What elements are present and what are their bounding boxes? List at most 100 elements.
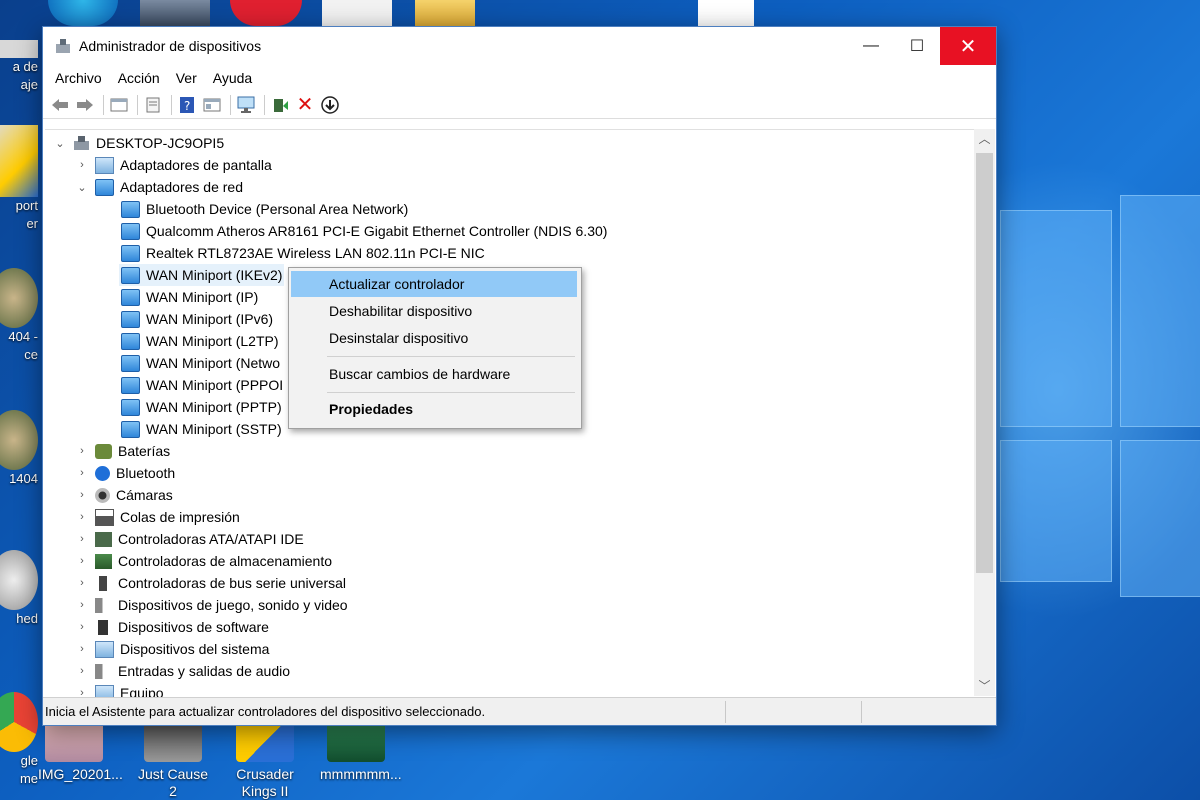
tree-category[interactable]: › Controladoras de bus serie universal xyxy=(75,572,346,594)
desktop-icon[interactable]: Crusader Kings II xyxy=(229,722,301,800)
tree-category[interactable]: › Adaptadores de pantalla xyxy=(75,154,272,176)
desktop-icon-java[interactable] xyxy=(698,0,754,26)
tree-category[interactable]: › Controladoras de almacenamiento xyxy=(75,550,332,572)
tree-device[interactable]: WAN Miniport (SSTP) xyxy=(121,418,282,440)
usb-icon xyxy=(99,575,107,591)
tree-category[interactable]: › Baterías xyxy=(75,440,170,462)
wallpaper-logo-pane xyxy=(1000,210,1112,427)
tree-category[interactable]: › Dispositivos del sistema xyxy=(75,638,269,660)
menu-item-disable-device[interactable]: Deshabilitar dispositivo xyxy=(291,298,577,324)
properties-icon[interactable] xyxy=(108,95,130,115)
tree-category[interactable]: › Cámaras xyxy=(75,484,173,506)
desktop-left-icon[interactable]: 404 - ce xyxy=(0,268,38,364)
chevron-right-icon[interactable]: › xyxy=(75,687,89,697)
menu-ver[interactable]: Ver xyxy=(170,70,203,86)
uninstall-icon[interactable]: ✕ xyxy=(294,94,316,116)
chevron-right-icon[interactable]: › xyxy=(75,621,89,633)
tree-category[interactable]: › Dispositivos de juego, sonido y video xyxy=(75,594,348,616)
maximize-button[interactable]: ☐ xyxy=(894,27,940,65)
desktop-left-icon-label: hed xyxy=(16,611,38,626)
chevron-right-icon[interactable]: › xyxy=(75,555,89,567)
menu-item-update-driver[interactable]: Actualizar controlador xyxy=(291,271,577,297)
tree-category[interactable]: › Colas de impresión xyxy=(75,506,240,528)
desktop-left-icon-label: ce xyxy=(24,347,38,362)
tree-category[interactable]: › Controladoras ATA/ATAPI IDE xyxy=(75,528,304,550)
tree-device[interactable]: WAN Miniport (L2TP) xyxy=(121,330,279,352)
tree-device[interactable]: WAN Miniport (IPv6) xyxy=(121,308,273,330)
desktop-left-icon[interactable]: gle me xyxy=(0,692,38,788)
tree-category[interactable]: › Bluetooth xyxy=(75,462,175,484)
toolbar: ? ✕ xyxy=(43,91,996,119)
desktop-left-icon-label: er xyxy=(26,216,38,231)
tree-root[interactable]: ⌄ DESKTOP-JC9OPI5 xyxy=(53,132,224,154)
desktop-left-icon-label: aje xyxy=(20,77,38,92)
tree-category-label: Adaptadores de pantalla xyxy=(120,157,272,173)
chevron-right-icon[interactable]: › xyxy=(75,511,89,523)
scroll-up-icon[interactable]: ︿ xyxy=(974,129,995,149)
back-icon[interactable] xyxy=(49,95,71,115)
desktop-left-icon-label: port xyxy=(15,198,38,213)
wallpaper-logo-pane xyxy=(1120,440,1200,597)
menu-item-scan-hardware[interactable]: Buscar cambios de hardware xyxy=(291,361,577,387)
chevron-right-icon[interactable]: › xyxy=(75,489,89,501)
menu-ayuda[interactable]: Ayuda xyxy=(207,70,258,86)
chevron-right-icon[interactable]: › xyxy=(75,533,89,545)
download-icon[interactable] xyxy=(319,95,341,115)
desktop-left-icon[interactable]: hed xyxy=(0,550,38,628)
scroll-down-icon[interactable]: ﹀ xyxy=(974,676,995,696)
tree-category-label: Dispositivos de juego, sonido y video xyxy=(118,597,348,613)
desktop-left-icon[interactable]: port er xyxy=(0,125,38,233)
computer-category-icon xyxy=(95,684,114,697)
desktop-icon-edge[interactable] xyxy=(48,0,118,26)
desktop-icon[interactable]: IMG_20201... xyxy=(38,722,123,783)
tree-device-label: Bluetooth Device (Personal Area Network) xyxy=(146,201,409,217)
tree-device-selected[interactable]: WAN Miniport (IKEv2) xyxy=(119,264,285,286)
tree-category[interactable]: › Dispositivos de software xyxy=(75,616,269,638)
chevron-right-icon[interactable]: › xyxy=(75,643,89,655)
vertical-scrollbar[interactable]: ︿ ﹀ xyxy=(974,129,995,696)
tree-device[interactable]: Realtek RTL8723AE Wireless LAN 802.11n P… xyxy=(121,242,485,264)
desktop-icon-folder[interactable] xyxy=(415,0,475,26)
show-hide-icon[interactable] xyxy=(142,95,164,115)
menu-item-uninstall-device[interactable]: Desinstalar dispositivo xyxy=(291,325,577,351)
forward-icon[interactable] xyxy=(74,95,96,115)
menu-archivo[interactable]: Archivo xyxy=(49,70,108,86)
desktop-icon-acrobat[interactable] xyxy=(322,0,392,26)
help-icon[interactable]: ? xyxy=(176,95,198,115)
title-bar[interactable]: Administrador de dispositivos — ☐ ✕ xyxy=(43,27,996,65)
tree-device[interactable]: WAN Miniport (PPPOI xyxy=(121,374,283,396)
desktop-icon[interactable]: Just Cause 2 xyxy=(137,722,209,800)
scroll-thumb[interactable] xyxy=(976,153,993,573)
tree-device[interactable]: Bluetooth Device (Personal Area Network) xyxy=(121,198,408,220)
chevron-right-icon[interactable]: › xyxy=(75,445,89,457)
menu-accion[interactable]: Acción xyxy=(112,70,166,86)
tree-device[interactable]: WAN Miniport (IP) xyxy=(121,286,258,308)
view-icon[interactable] xyxy=(201,95,223,115)
update-driver-icon[interactable] xyxy=(269,95,291,115)
menu-separator xyxy=(327,356,575,357)
chevron-down-icon[interactable]: ⌄ xyxy=(53,137,67,150)
chevron-right-icon[interactable]: › xyxy=(75,599,89,611)
desktop-left-icon[interactable]: a de aje xyxy=(0,40,38,94)
menu-item-properties[interactable]: Propiedades xyxy=(291,396,577,422)
chevron-right-icon[interactable]: › xyxy=(75,159,89,171)
minimize-button[interactable]: — xyxy=(848,27,894,65)
tree-device[interactable]: Qualcomm Atheros AR8161 PCI-E Gigabit Et… xyxy=(121,220,607,242)
tree-device[interactable]: WAN Miniport (Netwo xyxy=(121,352,280,374)
tree-category[interactable]: › Equipo xyxy=(75,682,164,697)
desktop-left-icon[interactable]: 1404 xyxy=(0,410,38,488)
chevron-right-icon[interactable]: › xyxy=(75,665,89,677)
audio-io-icon xyxy=(95,663,112,679)
tree-category[interactable]: ⌄ Adaptadores de red xyxy=(75,176,243,198)
tree-category[interactable]: › Entradas y salidas de audio xyxy=(75,660,290,682)
monitor-icon[interactable] xyxy=(235,95,257,115)
chevron-down-icon[interactable]: ⌄ xyxy=(75,181,89,194)
desktop-icon[interactable]: mmmmmm... xyxy=(320,722,402,783)
desktop-icon-app[interactable] xyxy=(140,0,210,26)
desktop-icon-cortana[interactable] xyxy=(230,0,302,26)
desktop-left-icon-image xyxy=(0,410,38,470)
chevron-right-icon[interactable]: › xyxy=(75,467,89,479)
tree-device[interactable]: WAN Miniport (PPTP) xyxy=(121,396,282,418)
close-button[interactable]: ✕ xyxy=(940,27,996,65)
chevron-right-icon[interactable]: › xyxy=(75,577,89,589)
